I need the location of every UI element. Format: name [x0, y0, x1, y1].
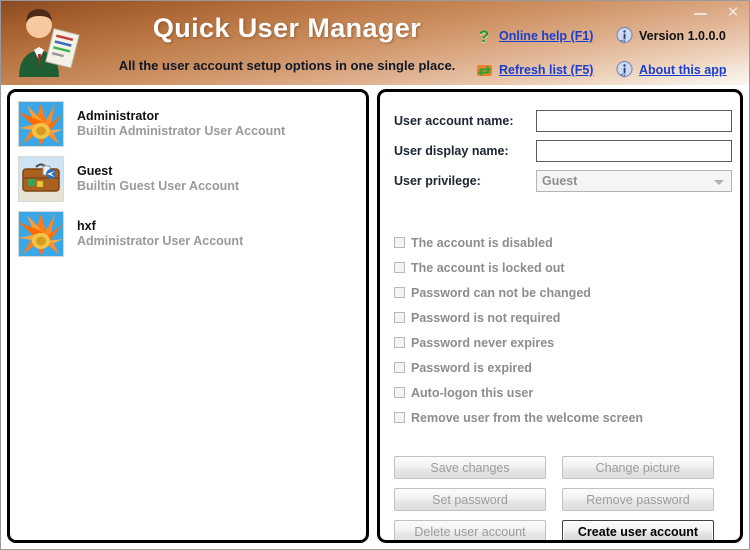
user-list-item-name: hxf [77, 219, 96, 233]
checkbox-label-password-not-required: Password is not required [411, 310, 561, 325]
suitcase-avatar-icon [18, 155, 64, 202]
checkbox-label-auto-logon-user: Auto-logon this user [411, 385, 534, 400]
checkbox-row-password-never-expires[interactable]: Password never expires [394, 330, 724, 355]
checkbox-row-remove-from-welcome[interactable]: Remove user from the welcome screen [394, 405, 724, 430]
refresh-arrows-icon [475, 61, 493, 79]
info-icon [615, 61, 633, 79]
set-password-button: Set password [394, 488, 546, 511]
delete-user-account-button: Delete user account [394, 520, 546, 540]
flower-avatar-icon [18, 210, 64, 257]
checkbox-remove-from-welcome[interactable] [394, 412, 405, 423]
question-mark-icon: ? [478, 26, 490, 46]
checkbox-password-not-required[interactable] [394, 312, 405, 323]
checkbox-label-remove-from-welcome: Remove user from the welcome screen [411, 410, 644, 425]
user-display-name-row: User display name: [394, 140, 732, 162]
window-controls: ✕ [691, 3, 743, 21]
create-user-account-button[interactable]: Create user account [562, 520, 714, 540]
account-flags-group: The account is disabled The account is lo… [394, 230, 724, 430]
save-changes-button: Save changes [394, 456, 546, 479]
checkbox-password-is-expired[interactable] [394, 362, 405, 373]
checkbox-row-password-is-expired[interactable]: Password is expired [394, 355, 724, 380]
about-link-row[interactable]: About this app [615, 61, 727, 79]
user-list-item-name: Administrator [77, 109, 159, 123]
checkbox-row-account-locked-out[interactable]: The account is locked out [394, 255, 724, 280]
user-list-item-description: Builtin Administrator User Account [77, 123, 286, 138]
user-list-item-text: hxf Administrator User Account [77, 219, 243, 248]
minimize-button[interactable] [691, 3, 711, 21]
checkbox-row-auto-logon-user[interactable]: Auto-logon this user [394, 380, 724, 405]
user-account-name-row: User account name: [394, 110, 732, 132]
close-icon[interactable]: ✕ [723, 3, 743, 21]
checkbox-label-password-is-expired: Password is expired [411, 360, 532, 375]
checkbox-password-never-expires[interactable] [394, 337, 405, 348]
refresh-list-link[interactable]: Refresh list (F5) [499, 63, 593, 77]
user-account-name-label: User account name: [394, 114, 514, 128]
online-help-link-row[interactable]: ? Online help (F1) [475, 26, 594, 46]
checkbox-label-account-disabled: The account is disabled [411, 235, 553, 250]
checkbox-auto-logon-user[interactable] [394, 387, 405, 398]
page-title: Quick User Manager [152, 13, 422, 43]
user-account-name-input[interactable] [536, 110, 732, 132]
user-list-item[interactable]: Administrator Builtin Administrator User … [10, 96, 366, 151]
page-subtitle: All the user account setup options in on… [118, 58, 456, 73]
app-header: Quick User Manager All the user account … [1, 1, 749, 85]
checkbox-account-locked-out[interactable] [394, 262, 405, 273]
user-list-panel: Administrator Builtin Administrator User … [7, 89, 369, 543]
user-display-name-input[interactable] [536, 140, 732, 162]
user-privilege-value: Guest [542, 174, 578, 188]
checkbox-label-password-never-expires: Password never expires [411, 335, 555, 350]
change-picture-button: Change picture [562, 456, 714, 479]
remove-password-button: Remove password [562, 488, 714, 511]
user-details-panel: User account name: User display name: Us… [377, 89, 743, 543]
checkbox-row-password-cannot-change[interactable]: Password can not be changed [394, 280, 724, 305]
info-icon [615, 27, 633, 45]
refresh-list-link-row[interactable]: Refresh list (F5) [475, 61, 593, 79]
user-list-item[interactable]: hxf Administrator User Account [10, 206, 366, 261]
chevron-down-icon [714, 180, 724, 185]
online-help-link[interactable]: Online help (F1) [499, 29, 593, 43]
checkbox-account-disabled[interactable] [394, 237, 405, 248]
user-display-name-label: User display name: [394, 144, 509, 158]
user-privilege-label: User privilege: [394, 174, 481, 188]
application-window: Quick User Manager All the user account … [0, 0, 750, 550]
user-list-item-text: Guest Builtin Guest User Account [77, 164, 239, 193]
user-list-item-name: Guest [77, 164, 113, 178]
user-list-item-description: Builtin Guest User Account [77, 178, 240, 193]
checkbox-row-password-not-required[interactable]: Password is not required [394, 305, 724, 330]
user-list-item-description: Administrator User Account [77, 233, 244, 248]
checkbox-row-account-disabled[interactable]: The account is disabled [394, 230, 724, 255]
version-row: Version 1.0.0.0 [615, 27, 726, 45]
user-list-item-text: Administrator Builtin Administrator User … [77, 109, 285, 138]
checkbox-label-password-cannot-change: Password can not be changed [411, 285, 591, 300]
checkbox-password-cannot-change[interactable] [394, 287, 405, 298]
action-buttons-group: Save changes Change picture Set password Re… [394, 456, 730, 540]
flower-avatar-icon [18, 100, 64, 147]
user-privilege-select[interactable]: Guest [536, 170, 732, 192]
version-label: Version 1.0.0.0 [639, 29, 726, 43]
user-list[interactable]: Administrator Builtin Administrator User … [10, 92, 366, 540]
user-list-item[interactable]: Guest Builtin Guest User Account [10, 151, 366, 206]
about-this-app-link[interactable]: About this app [639, 63, 727, 77]
checkbox-label-account-locked-out: The account is locked out [411, 260, 565, 275]
user-privilege-row: User privilege: Guest [394, 170, 732, 192]
